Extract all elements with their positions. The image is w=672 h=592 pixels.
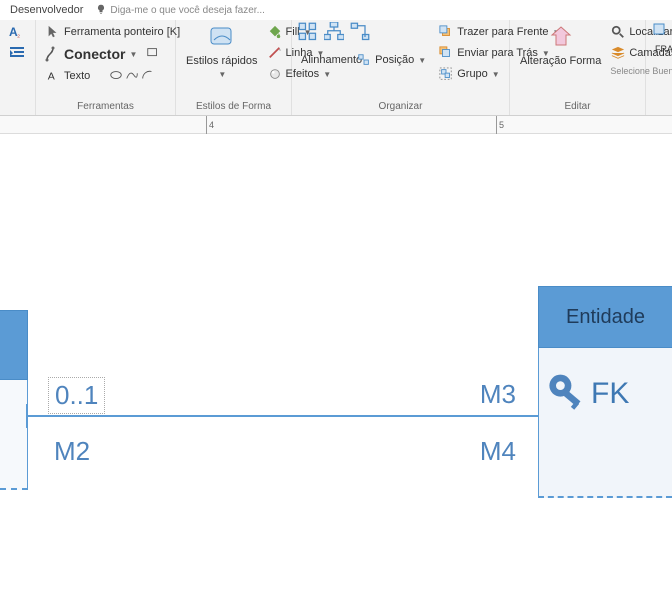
group-shape-styles: Estilos rápidos ▼ Fill▼ Linha▼ Efeitos▼ … xyxy=(176,20,292,115)
search-icon xyxy=(610,24,626,40)
change-shape-label: Alteração Forma xyxy=(520,55,601,67)
lightbulb-icon xyxy=(95,4,107,16)
rect-icon[interactable] xyxy=(146,46,160,63)
ruler-tick-5: 5 xyxy=(499,120,504,130)
org-chart-icon[interactable] xyxy=(324,22,344,45)
ribbon: A₂ Ferramenta ponteiro [K] xyxy=(0,20,672,116)
tell-me-search[interactable]: Diga-me o que você deseja fazer... xyxy=(95,4,265,16)
edit-group-label: Editar xyxy=(516,99,639,115)
text-tool-button[interactable]: A Texto xyxy=(42,66,93,86)
group-icon xyxy=(438,66,454,82)
left-entity-header[interactable] xyxy=(0,310,28,380)
svg-text:A: A xyxy=(48,71,55,83)
pointer-icon xyxy=(45,24,61,40)
fk-label: FK xyxy=(591,377,629,411)
arrange-group-label: Organizar xyxy=(298,99,503,115)
group-text-partial: A₂ xyxy=(0,20,36,115)
key-icon xyxy=(545,368,589,420)
freeform-icon[interactable] xyxy=(125,68,139,85)
horizontal-ruler: 4 5 xyxy=(0,116,672,134)
text-icon: A xyxy=(45,68,61,84)
quick-styles-label: Estilos rápidos xyxy=(186,55,258,67)
layers-icon xyxy=(610,45,626,61)
ellipse-icon[interactable] xyxy=(109,68,123,85)
indent-icon xyxy=(9,45,25,61)
multiplicity-0-1[interactable]: 0..1 xyxy=(48,377,105,414)
unknown-icon[interactable] xyxy=(652,22,668,41)
fragment-label: FRA xyxy=(652,42,672,56)
bring-front-icon xyxy=(438,24,454,40)
right-entity-header[interactable]: Entidade xyxy=(538,286,672,348)
drawing-canvas[interactable]: Entidade FK 0..1 M3 M2 M4 xyxy=(0,134,672,592)
fill-icon xyxy=(267,24,283,40)
align-grid-icon[interactable] xyxy=(298,22,318,45)
multiplicity-m4[interactable]: M4 xyxy=(474,434,522,469)
effects-icon xyxy=(267,66,283,82)
pointer-label: Ferramenta ponteiro [K] xyxy=(64,26,180,38)
connector-icon xyxy=(45,46,61,62)
relationship-connector[interactable] xyxy=(28,415,538,417)
font-style-button[interactable]: A₂ xyxy=(6,22,28,42)
tools-group-label: Ferramentas xyxy=(42,99,169,115)
group-arrange: Alinhamento Posição▼ Trazer para Frente▼… xyxy=(292,20,510,115)
position-label: Posição xyxy=(375,54,414,66)
line-icon xyxy=(267,45,283,61)
connector-label: Conector xyxy=(64,46,125,62)
change-shape-button[interactable]: Alteração Forma xyxy=(516,22,605,69)
multiplicity-m3[interactable]: M3 xyxy=(474,377,522,412)
tab-developer[interactable]: Desenvolvedor xyxy=(4,2,89,18)
group-btn-label: Grupo xyxy=(457,68,488,80)
arc-icon[interactable] xyxy=(141,68,155,85)
chevron-down-icon: ▼ xyxy=(218,70,226,79)
text-label: Texto xyxy=(64,70,90,82)
group-label-blank xyxy=(6,110,29,115)
entity-title: Entidade xyxy=(566,306,645,329)
connector-tool-button[interactable]: Conector ▼ xyxy=(42,44,140,64)
quick-styles-button[interactable]: Estilos rápidos ▼ xyxy=(182,22,262,81)
group-cutoff: FRA xyxy=(646,20,670,115)
left-entity-body[interactable] xyxy=(0,380,28,490)
indent-button[interactable] xyxy=(6,43,28,63)
font-icon: A₂ xyxy=(9,24,25,40)
group-tools: Ferramenta ponteiro [K] Conector ▼ xyxy=(36,20,176,115)
ruler-tick-4: 4 xyxy=(209,120,214,130)
chevron-down-icon: ▼ xyxy=(129,50,137,59)
change-shape-icon xyxy=(547,24,575,52)
multiplicity-m2[interactable]: M2 xyxy=(48,434,96,469)
shape-styles-group-label: Estilos de Forma xyxy=(182,99,285,115)
tell-me-placeholder: Diga-me o que você deseja fazer... xyxy=(110,5,265,16)
svg-text:₂: ₂ xyxy=(17,30,20,39)
group-edit: Alteração Forma Localizar▼ Camadas▼ Sele… xyxy=(510,20,646,115)
tab-bar: Desenvolvedor Diga-me o que você deseja … xyxy=(0,0,672,20)
right-entity-body[interactable]: FK xyxy=(538,348,672,498)
position-button[interactable]: Posição▼ xyxy=(353,50,429,70)
position-icon xyxy=(356,52,372,68)
cutoff-group-label xyxy=(652,110,664,115)
pointer-tool-button[interactable]: Ferramenta ponteiro [K] xyxy=(42,22,183,42)
send-back-icon xyxy=(438,45,454,61)
connectors-icon[interactable] xyxy=(350,22,370,45)
quick-styles-icon xyxy=(208,24,236,52)
